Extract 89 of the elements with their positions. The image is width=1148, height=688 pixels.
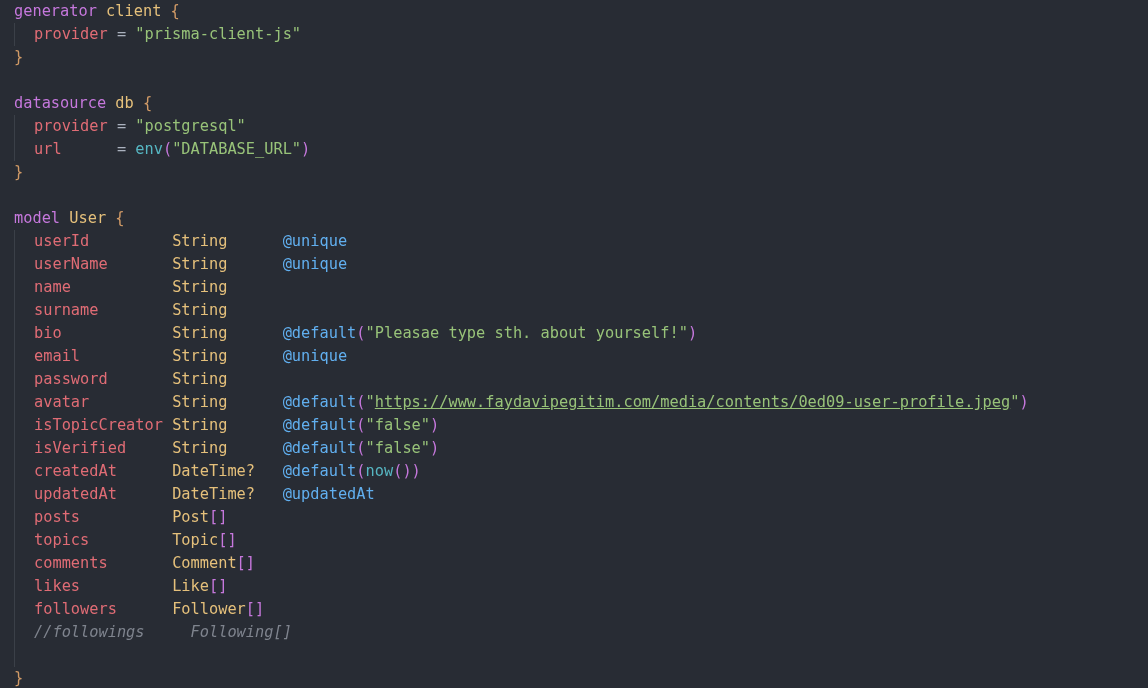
parenthesis: ()): [393, 461, 421, 482]
parenthesis: []: [218, 530, 237, 551]
field-name: posts: [34, 507, 81, 528]
string-literal: "prisma-client-js": [135, 24, 302, 45]
attribute: @default: [282, 323, 357, 344]
field-name: avatar: [34, 392, 90, 413]
brace: {: [115, 208, 125, 229]
string-literal: "Pleasae type sth. about yourself!": [365, 323, 688, 344]
field-name: surname: [34, 300, 99, 321]
field-name: userName: [34, 254, 108, 275]
string-literal: ": [1010, 392, 1020, 413]
type-name: Post: [172, 507, 209, 528]
function-name: env: [135, 139, 163, 160]
type-name: Follower: [172, 599, 246, 620]
string-literal: "postgresql": [135, 116, 246, 137]
field-name: userId: [34, 231, 90, 252]
attribute: @updatedAt: [282, 484, 375, 505]
field-name: likes: [34, 576, 81, 597]
type-name: String: [172, 392, 228, 413]
attribute: @default: [282, 461, 357, 482]
type-name: String: [172, 323, 228, 344]
code-comment: //followings Following[]: [34, 622, 292, 643]
brace: }: [14, 162, 24, 183]
type-name: Topic: [172, 530, 219, 551]
operator: =: [116, 116, 127, 137]
field-name: isVerified: [34, 438, 127, 459]
block-name: db: [115, 93, 134, 114]
string-literal: "false": [365, 415, 430, 436]
parenthesis: ): [1019, 392, 1029, 413]
field-name: followers: [34, 599, 117, 620]
type-name: String: [172, 415, 228, 436]
parenthesis: (: [356, 438, 366, 459]
parenthesis: []: [236, 553, 256, 574]
field-name: comments: [34, 553, 108, 574]
parenthesis: []: [245, 599, 265, 620]
field-name: bio: [34, 323, 62, 344]
attribute: @unique: [282, 231, 348, 252]
parenthesis: ): [687, 323, 698, 344]
field-name: provider: [34, 116, 108, 137]
brace: {: [170, 1, 180, 22]
type-name: Comment: [172, 553, 237, 574]
attribute: @default: [282, 438, 357, 459]
operator: =: [116, 24, 127, 45]
parenthesis: []: [209, 507, 228, 528]
function-name: now: [365, 461, 394, 482]
type-name: String: [172, 277, 228, 298]
attribute: @default: [282, 415, 357, 436]
parenthesis: (: [356, 415, 366, 436]
type-name: DateTime?: [172, 461, 256, 482]
type-name: String: [172, 438, 228, 459]
block-name: User: [69, 208, 107, 229]
parenthesis: (: [356, 461, 366, 482]
field-name: provider: [34, 24, 108, 45]
type-name: String: [172, 346, 228, 367]
attribute: @unique: [282, 346, 348, 367]
parenthesis: ): [430, 438, 440, 459]
keyword: model: [14, 208, 61, 229]
parenthesis: ): [301, 139, 311, 160]
type-name: String: [172, 300, 228, 321]
keyword: datasource: [14, 93, 107, 114]
field-name: email: [34, 346, 81, 367]
field-name: name: [34, 277, 71, 298]
field-name: password: [34, 369, 108, 390]
string-literal: "DATABASE_URL": [172, 139, 302, 160]
brace: }: [14, 668, 24, 688]
type-name: DateTime?: [172, 484, 256, 505]
attribute: @unique: [282, 254, 348, 275]
keyword: generator: [14, 1, 97, 22]
field-name: createdAt: [34, 461, 117, 482]
parenthesis: (: [356, 392, 366, 413]
field-name: topics: [34, 530, 90, 551]
type-name: String: [172, 254, 228, 275]
field-name: updatedAt: [34, 484, 117, 505]
block-name: client: [106, 1, 162, 22]
string-literal: "false": [365, 438, 430, 459]
type-name: String: [172, 231, 228, 252]
field-name: isTopicCreator: [34, 415, 163, 436]
type-name: Like: [172, 576, 209, 597]
brace: }: [14, 47, 24, 68]
parenthesis: []: [209, 576, 228, 597]
parenthesis: (: [356, 323, 366, 344]
type-name: String: [172, 369, 228, 390]
string-literal: ": [365, 392, 375, 413]
brace: {: [142, 93, 153, 114]
parenthesis: ): [430, 415, 440, 436]
field-name: url: [34, 139, 62, 160]
operator: =: [116, 139, 127, 160]
parenthesis: (: [162, 139, 173, 160]
attribute: @default: [282, 392, 357, 413]
